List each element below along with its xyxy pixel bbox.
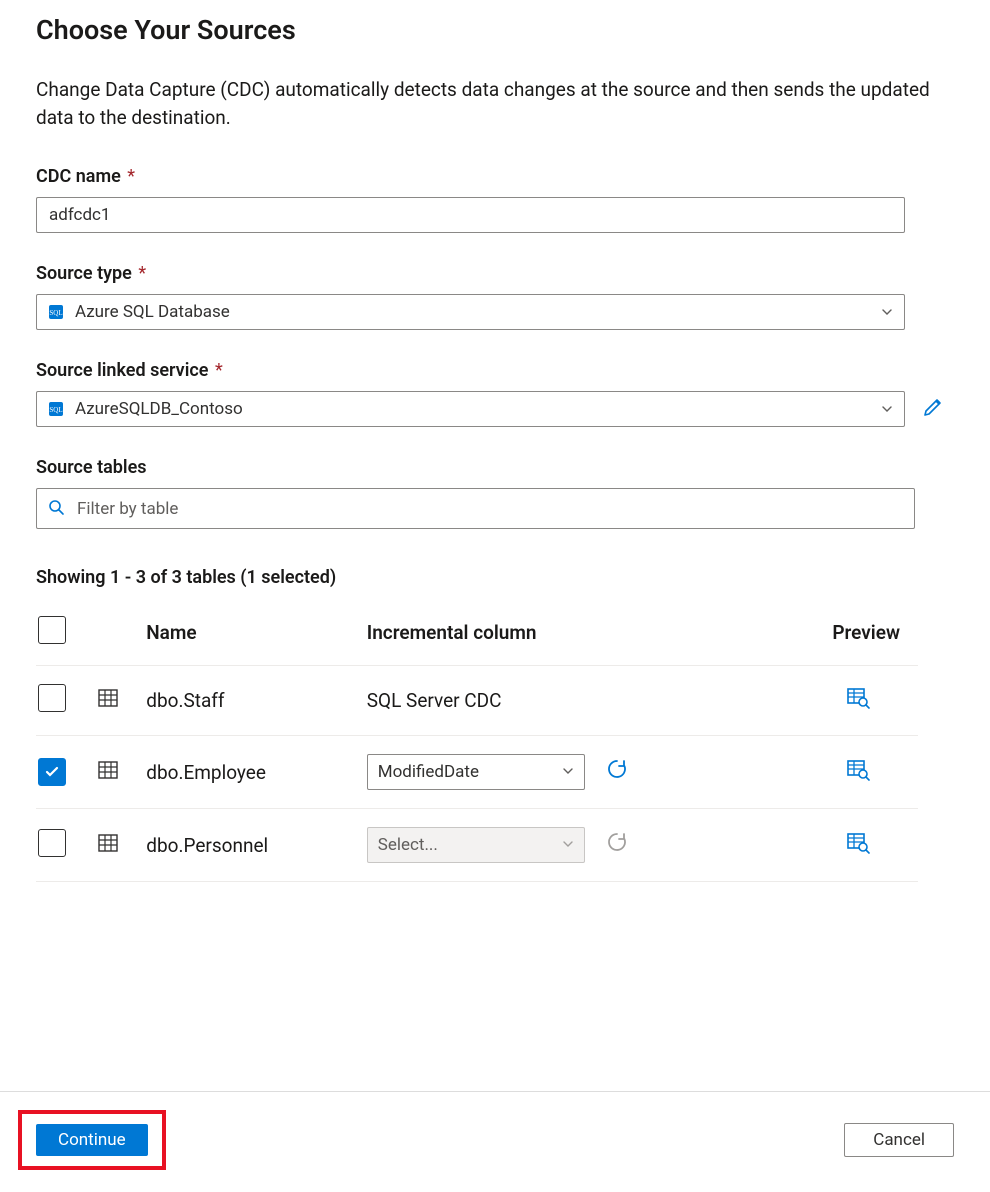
incremental-column-text: SQL Server CDC: [367, 666, 798, 736]
continue-highlight: Continue: [18, 1110, 166, 1170]
chevron-down-icon: [562, 762, 574, 782]
column-header-preview: Preview: [798, 616, 918, 666]
source-type-select[interactable]: SQL Azure SQL Database: [36, 294, 905, 330]
table-filter-wrap[interactable]: [36, 488, 915, 529]
table-name: dbo.Staff: [146, 666, 367, 736]
chevron-down-icon: [562, 835, 574, 855]
source-type-label-text: Source type: [36, 263, 132, 284]
page-title: Choose Your Sources: [36, 14, 954, 46]
source-linked-service-select[interactable]: SQL AzureSQLDB_Contoso: [36, 391, 905, 427]
refresh-icon: [606, 758, 628, 785]
row-checkbox[interactable]: [38, 758, 66, 786]
source-type-label: Source type *: [36, 263, 954, 284]
table-name: dbo.Personnel: [146, 809, 367, 882]
svg-text:SQL: SQL: [49, 309, 62, 317]
required-marker: *: [127, 166, 135, 187]
table-icon: [96, 758, 120, 782]
source-tables-field: Source tables: [36, 457, 954, 529]
incremental-column-select[interactable]: ModifiedDate: [367, 754, 585, 790]
source-linked-service-label: Source linked service *: [36, 360, 954, 381]
svg-text:SQL: SQL: [49, 406, 62, 414]
preview-icon: [846, 687, 870, 714]
cdc-name-field: CDC name *: [36, 166, 954, 233]
preview-button[interactable]: [846, 759, 870, 786]
preview-button[interactable]: [846, 832, 870, 859]
required-marker: *: [215, 360, 223, 381]
table-row: dbo.Staff SQL Server CDC: [36, 666, 918, 736]
search-icon: [47, 498, 65, 520]
source-linked-service-field: Source linked service * SQL AzureSQLDB_C…: [36, 360, 954, 427]
footer: Continue Cancel: [0, 1091, 990, 1192]
refresh-columns-button: [603, 831, 631, 859]
source-type-field: Source type * SQL Azure SQL Database: [36, 263, 954, 330]
source-type-value: Azure SQL Database: [75, 302, 870, 322]
source-tables-table: Name Incremental column Preview: [36, 616, 918, 882]
chevron-down-icon: [880, 402, 894, 416]
incremental-column-select[interactable]: Select...: [367, 827, 585, 863]
row-checkbox[interactable]: [38, 829, 66, 857]
incremental-column-value: ModifiedDate: [378, 762, 479, 782]
showing-count: Showing 1 - 3 of 3 tables (1 selected): [36, 567, 954, 588]
preview-icon: [846, 832, 870, 859]
continue-button[interactable]: Continue: [36, 1124, 148, 1156]
table-icon: [96, 831, 120, 855]
refresh-icon: [606, 831, 628, 858]
select-all-checkbox[interactable]: [38, 616, 66, 644]
page-description: Change Data Capture (CDC) automatically …: [36, 76, 936, 132]
edit-linked-service-button[interactable]: [919, 395, 947, 423]
database-icon: SQL: [47, 303, 65, 321]
cdc-name-label: CDC name *: [36, 166, 954, 187]
cdc-name-label-text: CDC name: [36, 166, 121, 187]
cdc-name-input[interactable]: [47, 204, 894, 226]
table-filter-input[interactable]: [75, 498, 904, 520]
database-icon: SQL: [47, 400, 65, 418]
table-name: dbo.Employee: [146, 736, 367, 809]
table-row: dbo.Personnel Select...: [36, 809, 918, 882]
source-linked-service-label-text: Source linked service: [36, 360, 208, 381]
incremental-column-value: Select...: [378, 835, 438, 855]
source-tables-label: Source tables: [36, 457, 954, 478]
preview-button[interactable]: [846, 687, 870, 714]
column-header-name: Name: [146, 616, 367, 666]
row-checkbox[interactable]: [38, 684, 66, 712]
table-icon: [96, 686, 120, 710]
cdc-name-input-wrap[interactable]: [36, 197, 905, 233]
table-row: dbo.Employee ModifiedDate: [36, 736, 918, 809]
required-marker: *: [138, 263, 146, 284]
cancel-button[interactable]: Cancel: [844, 1123, 954, 1157]
source-linked-service-value: AzureSQLDB_Contoso: [75, 399, 870, 419]
preview-icon: [846, 759, 870, 786]
column-header-incremental: Incremental column: [367, 616, 798, 666]
pencil-icon: [922, 396, 944, 422]
refresh-columns-button[interactable]: [603, 758, 631, 786]
chevron-down-icon: [880, 305, 894, 319]
